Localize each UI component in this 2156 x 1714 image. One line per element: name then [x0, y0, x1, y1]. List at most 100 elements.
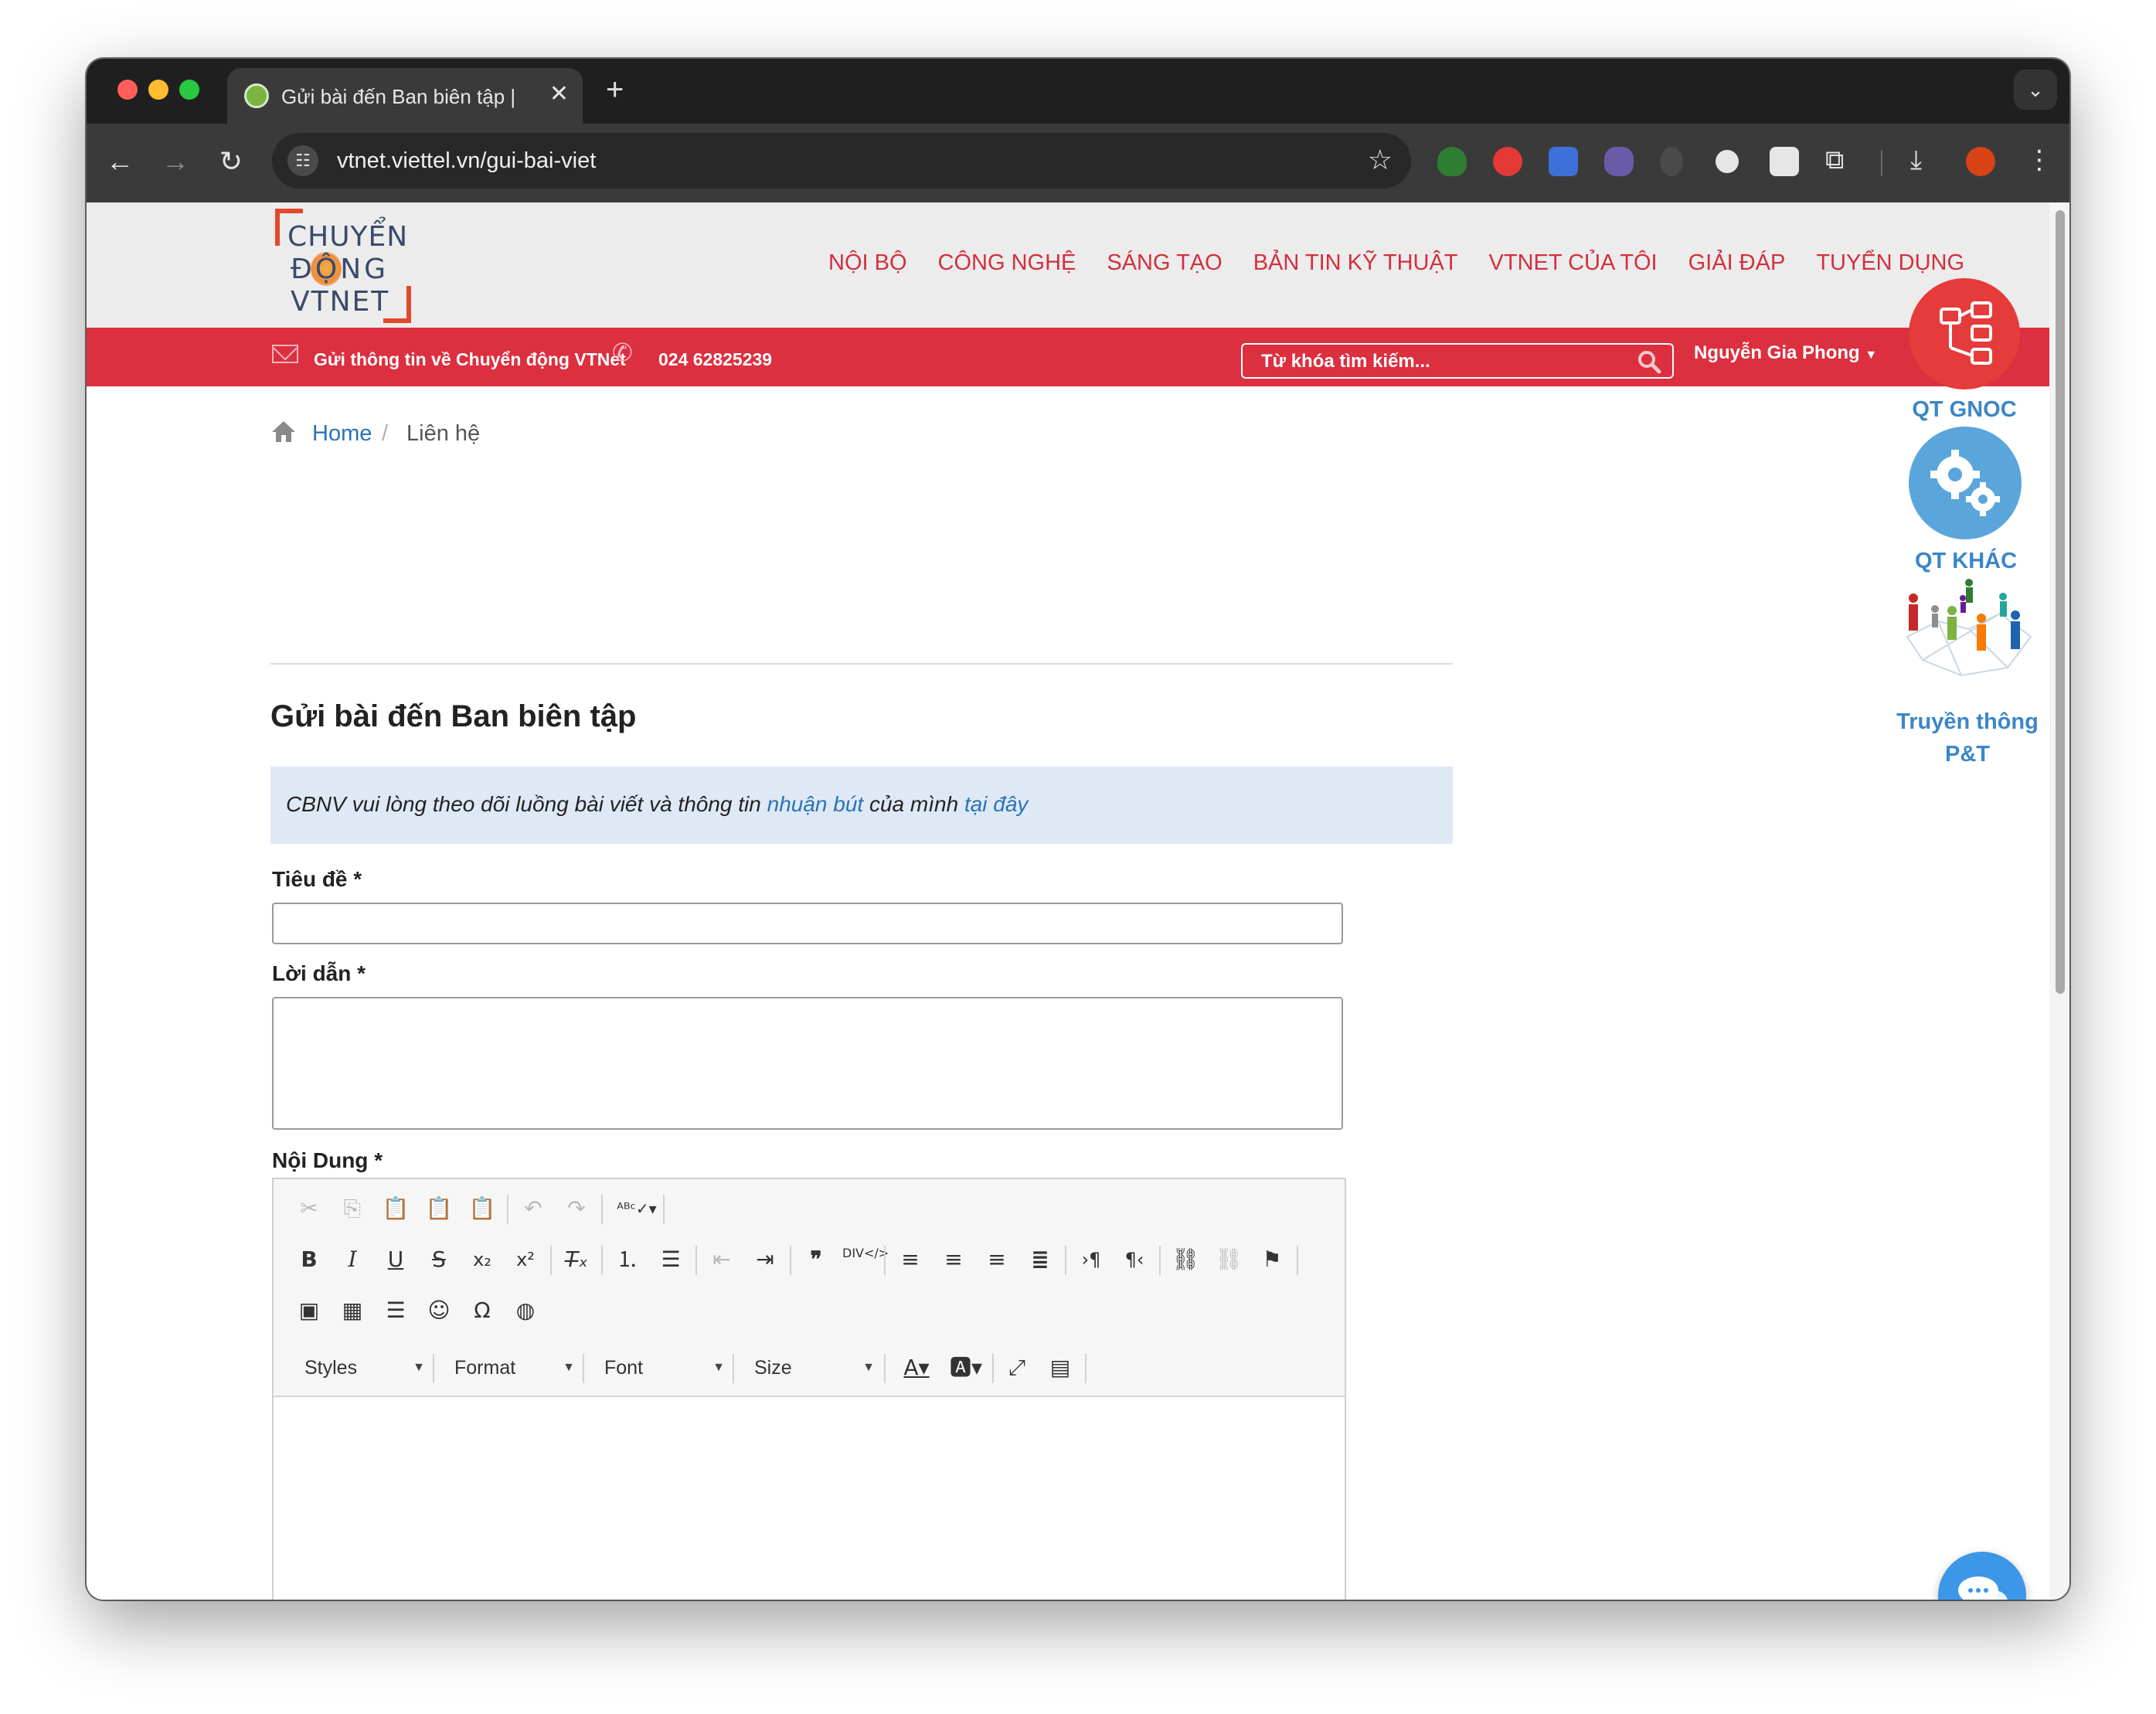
- paste-icon[interactable]: 📋: [379, 1192, 413, 1226]
- text-direction-rtl-icon[interactable]: ¶‹: [1117, 1243, 1151, 1277]
- download-icon[interactable]: ⤓: [1910, 142, 1922, 178]
- browser-toolbar: ← → ↻ ☷ vtnet.viettel.vn/gui-bai-viet ☆ …: [87, 124, 2069, 202]
- minimize-window-button[interactable]: [148, 80, 168, 100]
- background-color-icon[interactable]: 🅰▾: [946, 1351, 986, 1385]
- forward-icon[interactable]: →: [158, 144, 193, 179]
- image-icon[interactable]: ▣: [292, 1294, 326, 1328]
- chat-button[interactable]: [1938, 1552, 2026, 1600]
- nav-ban-tin-ky-thuat[interactable]: BẢN TIN KỸ THUẬT: [1253, 247, 1458, 278]
- copy-icon[interactable]: ⎘: [335, 1192, 369, 1226]
- translate-extension-icon[interactable]: [1549, 147, 1578, 176]
- nav-tuyen-dung[interactable]: TUYỂN DỤNG: [1816, 247, 1964, 278]
- smiley-icon[interactable]: ☺: [422, 1294, 456, 1328]
- youtube-extension-icon[interactable]: [1493, 147, 1522, 176]
- editor-content-area[interactable]: [274, 1399, 1345, 1600]
- breadcrumb-home-link[interactable]: Home: [312, 420, 372, 447]
- mouse-extension-icon[interactable]: [1660, 147, 1683, 176]
- site-logo[interactable]: CHUYỂN ĐỘNG VTNET: [275, 209, 411, 323]
- show-blocks-icon[interactable]: ▤: [1043, 1351, 1077, 1385]
- nav-giai-dap[interactable]: GIẢI ĐÁP: [1688, 247, 1786, 278]
- size-dropdown[interactable]: Size ▼: [739, 1351, 878, 1385]
- nav-cong-nghe[interactable]: CÔNG NGHỆ: [938, 247, 1076, 278]
- iframe-globe-icon[interactable]: ◍: [508, 1294, 542, 1328]
- pt-label[interactable]: P&T: [1892, 739, 2043, 770]
- align-justify-icon[interactable]: ≣: [1023, 1243, 1057, 1277]
- people-network-icon[interactable]: [1892, 567, 2043, 683]
- page-scrollbar[interactable]: [2049, 202, 2069, 1600]
- format-dropdown[interactable]: Format ▼: [439, 1351, 578, 1385]
- qt-gnoc-label[interactable]: QT GNOC: [1909, 394, 2020, 425]
- numbered-list-icon[interactable]: ⒈: [610, 1243, 644, 1277]
- site-info-icon[interactable]: ☷: [287, 145, 318, 176]
- blockquote-icon[interactable]: ❞: [799, 1243, 833, 1277]
- title-input[interactable]: [272, 903, 1343, 944]
- shield-extension-icon[interactable]: [1437, 147, 1467, 176]
- truyen-thong-label[interactable]: Truyền thông: [1892, 706, 2043, 737]
- zoom-window-button[interactable]: [179, 80, 199, 100]
- glasses-extension-icon[interactable]: [1770, 147, 1799, 176]
- strikethrough-icon[interactable]: S: [422, 1243, 456, 1277]
- bulleted-list-icon[interactable]: ☰: [654, 1243, 688, 1277]
- c-extension-icon[interactable]: [1716, 150, 1739, 173]
- scrollbar-thumb[interactable]: [2056, 210, 2065, 994]
- close-window-button[interactable]: [117, 80, 138, 100]
- indent-icon[interactable]: ⇥: [748, 1243, 782, 1277]
- qt-gnoc-button[interactable]: [1909, 278, 2020, 389]
- spellcheck-icon[interactable]: ᴬᴮᶜ✓▾: [614, 1192, 660, 1226]
- new-tab-button[interactable]: +: [606, 73, 624, 107]
- paste-word-icon[interactable]: 📋: [465, 1192, 499, 1226]
- user-menu[interactable]: Nguyễn Gia Phong ▼: [1694, 342, 1877, 367]
- remove-format-icon[interactable]: T̶ₓ: [559, 1243, 593, 1277]
- unlink-icon[interactable]: ⛓: [1212, 1243, 1246, 1277]
- font-dropdown[interactable]: Font ▼: [589, 1351, 728, 1385]
- subscript-icon[interactable]: x₂: [465, 1243, 499, 1277]
- menu-kebab-icon[interactable]: ⋮: [2026, 142, 2052, 178]
- outdent-icon[interactable]: ⇤: [705, 1243, 739, 1277]
- tab-close-icon[interactable]: ✕: [549, 80, 569, 108]
- special-char-icon[interactable]: Ω: [465, 1294, 499, 1328]
- lead-textarea[interactable]: [272, 997, 1343, 1130]
- search-input[interactable]: Từ khóa tìm kiếm...: [1241, 343, 1674, 379]
- redo-icon[interactable]: ↷: [559, 1192, 593, 1226]
- home-icon[interactable]: [270, 419, 297, 444]
- tab-search-button[interactable]: ⌄: [2014, 70, 2057, 110]
- text-color-icon[interactable]: A▾: [896, 1351, 937, 1385]
- table-icon[interactable]: ▦: [335, 1294, 369, 1328]
- royalty-link[interactable]: nhuận bút: [767, 792, 864, 816]
- send-info-link[interactable]: Gửi thông tin về Chuyển động VTNet: [314, 348, 626, 371]
- nav-sang-tao[interactable]: SÁNG TẠO: [1107, 247, 1222, 278]
- extensions-puzzle-icon[interactable]: ⧉: [1825, 142, 1844, 178]
- maximize-icon[interactable]: ⤢: [1000, 1351, 1034, 1385]
- browser-tab-active[interactable]: Gửi bài đến Ban biên tập | Chuyển động V…: [227, 68, 583, 124]
- url-text[interactable]: vtnet.viettel.vn/gui-bai-viet: [337, 147, 596, 175]
- nav-noi-bo[interactable]: NỘI BỘ: [828, 247, 907, 278]
- create-div-icon[interactable]: DIV</>: [842, 1243, 889, 1277]
- paste-text-icon[interactable]: 📋: [422, 1192, 456, 1226]
- align-left-icon[interactable]: ≡: [893, 1243, 927, 1277]
- address-bar[interactable]: ☷ vtnet.viettel.vn/gui-bai-viet ☆: [272, 133, 1411, 189]
- qt-khac-button[interactable]: [1909, 427, 2022, 539]
- underline-icon[interactable]: U: [379, 1243, 413, 1277]
- toolbar-separator: [884, 1246, 886, 1275]
- here-link[interactable]: tại đây: [964, 792, 1029, 816]
- bookmark-star-icon[interactable]: ☆: [1368, 142, 1393, 178]
- bold-icon[interactable]: B: [292, 1243, 326, 1277]
- nav-vtnet-cua-toi[interactable]: VTNET CỦA TÔI: [1489, 247, 1658, 278]
- italic-icon[interactable]: I: [335, 1243, 369, 1277]
- back-icon[interactable]: ←: [102, 144, 138, 179]
- cut-icon[interactable]: ✂: [292, 1192, 326, 1226]
- cat-extension-icon[interactable]: [1604, 147, 1634, 176]
- search-icon[interactable]: [1637, 349, 1661, 374]
- profile-avatar[interactable]: [1966, 147, 1995, 176]
- link-icon[interactable]: ⛓: [1168, 1243, 1202, 1277]
- reload-icon[interactable]: ↻: [213, 144, 249, 179]
- undo-icon[interactable]: ↶: [516, 1192, 550, 1226]
- text-direction-ltr-icon[interactable]: ›¶: [1074, 1243, 1108, 1277]
- horizontal-line-icon[interactable]: ☰: [379, 1294, 413, 1328]
- align-center-icon[interactable]: ≡: [937, 1243, 971, 1277]
- align-right-icon[interactable]: ≡: [980, 1243, 1014, 1277]
- superscript-icon[interactable]: x²: [508, 1243, 542, 1277]
- web-page: CHUYỂN ĐỘNG VTNET NỘI BỘ CÔNG NGHỆ SÁNG …: [87, 202, 2049, 1600]
- styles-dropdown[interactable]: Styles ▼: [289, 1351, 428, 1385]
- anchor-flag-icon[interactable]: ⚑: [1255, 1243, 1289, 1277]
